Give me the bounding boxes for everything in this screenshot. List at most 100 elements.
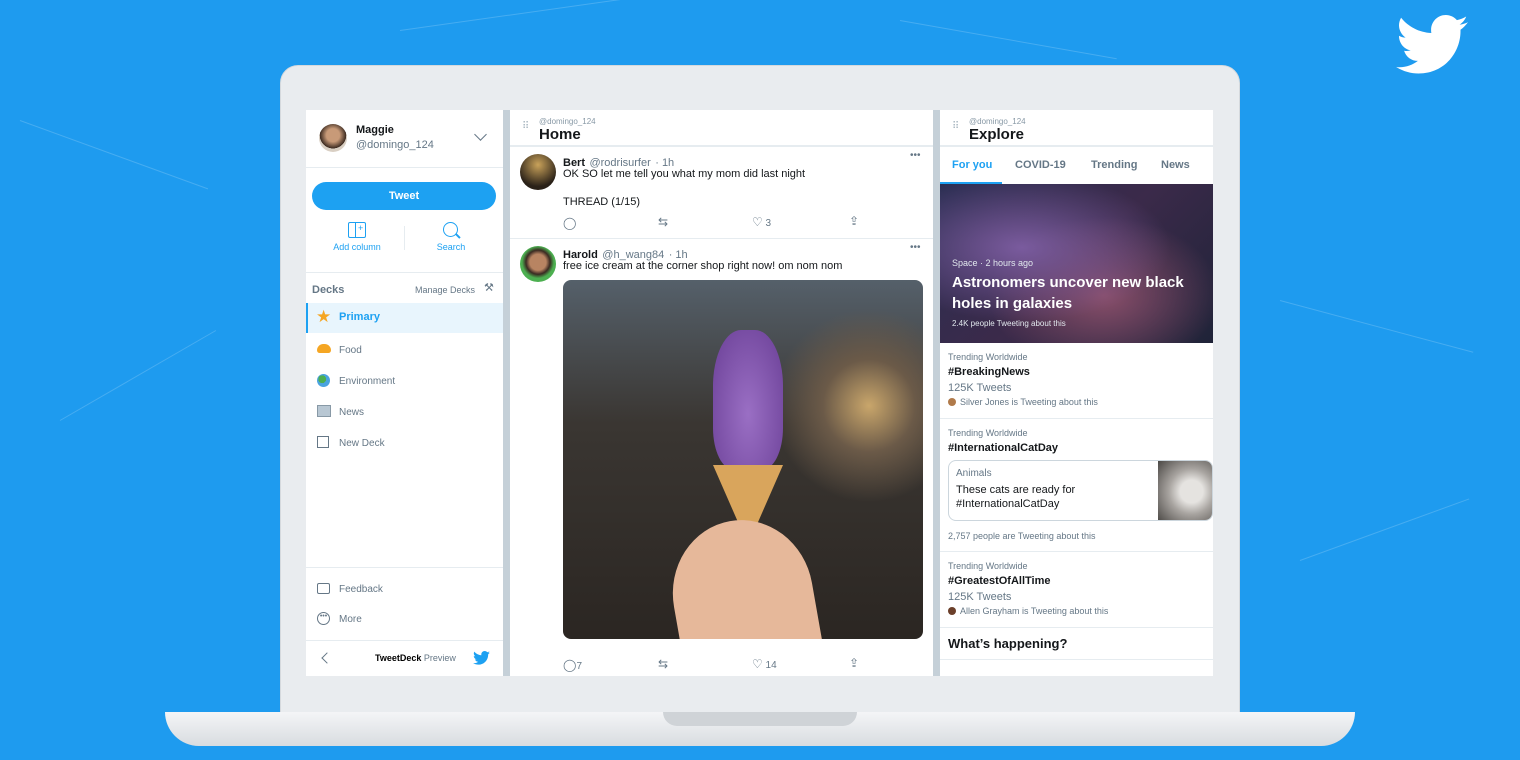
tab-covid-19[interactable]: COVID-19 xyxy=(1015,159,1066,171)
deck-environment[interactable]: Environment xyxy=(306,366,503,396)
divider xyxy=(306,567,503,568)
column-title: Explore xyxy=(969,126,1025,143)
ice-cream-swirl xyxy=(713,330,783,470)
share-icon[interactable]: ⇪ xyxy=(849,656,859,670)
trend-social: Silver Jones is Tweeting about this xyxy=(960,397,1098,407)
trend-item[interactable]: Trending Worldwide #GreatestOfAllTime 12… xyxy=(940,552,1213,628)
tweet-text: free ice cream at the corner shop right … xyxy=(563,260,843,272)
more-options-icon[interactable]: ••• xyxy=(910,242,921,253)
trend-count: 125K Tweets xyxy=(948,382,1012,394)
explore-column: ⠿ @domingo_124 Explore For you COVID-19 … xyxy=(940,110,1213,676)
feedback-icon xyxy=(317,583,330,594)
deck-food[interactable]: Food xyxy=(306,335,503,365)
search-label: Search xyxy=(436,242,466,252)
add-column-icon: + xyxy=(348,222,366,238)
column-title: Home xyxy=(539,126,581,143)
tab-trending[interactable]: Trending xyxy=(1091,159,1137,171)
column-separator xyxy=(503,110,510,676)
newspaper-icon xyxy=(317,405,331,417)
avatar xyxy=(948,398,956,406)
tweet-button[interactable]: Tweet xyxy=(312,182,496,210)
reply-count: 7 xyxy=(576,661,582,672)
hero-meta: Space · 2 hours ago xyxy=(952,258,1034,268)
reply-button[interactable]: ◯7 xyxy=(563,658,582,672)
reply-icon[interactable]: ◯ xyxy=(563,216,576,230)
wrench-icon[interactable]: ⚒ xyxy=(484,281,494,294)
brand-suffix: Preview xyxy=(423,653,456,663)
more-button[interactable]: ••• More xyxy=(317,612,487,628)
user-handle: @domingo_124 xyxy=(356,139,434,151)
column-header: ⠿ @domingo_124 Explore xyxy=(940,110,1213,147)
tweetdeck-app: Maggie @domingo_124 Tweet + Add column S… xyxy=(306,110,1213,676)
drag-handle-icon[interactable]: ⠿ xyxy=(522,122,529,132)
share-icon[interactable]: ⇪ xyxy=(849,214,859,228)
column-header: ⠿ @domingo_124 Home xyxy=(510,110,933,147)
deck-label: Primary xyxy=(339,311,380,323)
trend-social: 2,757 people are Tweeting about this xyxy=(948,531,1096,541)
user-avatar[interactable] xyxy=(319,124,347,152)
more-label: More xyxy=(339,614,362,625)
section-heading: What’s happening? xyxy=(940,628,1213,660)
add-column-label: Add column xyxy=(333,242,381,252)
deck-new[interactable]: New Deck xyxy=(306,428,503,458)
user-name: Maggie xyxy=(356,124,394,136)
deck-label: Environment xyxy=(339,376,396,387)
deck-primary[interactable]: ★ Primary xyxy=(306,303,503,333)
trend-tag: #InternationalCatDay xyxy=(948,442,1059,454)
deck-label: Food xyxy=(339,345,362,356)
trend-card[interactable]: Animals These cats are ready for #Intern… xyxy=(948,460,1213,521)
tab-news[interactable]: News xyxy=(1161,159,1190,171)
feedback-button[interactable]: Feedback xyxy=(317,582,487,598)
deck-label: New Deck xyxy=(339,438,385,449)
avatar[interactable] xyxy=(520,246,556,282)
retweet-icon[interactable]: ⇆ xyxy=(658,657,668,671)
divider xyxy=(306,272,503,273)
like-count: 14 xyxy=(765,660,777,671)
laptop-notch xyxy=(663,712,857,726)
column-account: @domingo_124 xyxy=(539,117,596,126)
drag-handle-icon[interactable]: ⠿ xyxy=(952,122,959,132)
heart-icon: ♡ xyxy=(752,657,763,671)
avatar xyxy=(948,607,956,615)
tweet-text-line2: THREAD (1/15) xyxy=(563,196,641,208)
column-account: @domingo_124 xyxy=(969,117,1026,126)
trend-item[interactable]: Trending Worldwide #BreakingNews 125K Tw… xyxy=(940,343,1213,419)
like-button[interactable]: ♡ 14 xyxy=(752,657,777,671)
divider xyxy=(306,640,503,641)
trend-context: Trending Worldwide xyxy=(948,561,1028,571)
trend-context: Trending Worldwide xyxy=(948,428,1028,438)
trend-item[interactable]: Trending Worldwide #InternationalCatDay … xyxy=(940,419,1213,552)
new-deck-icon xyxy=(317,436,329,448)
deck-news[interactable]: News xyxy=(306,397,503,427)
hero-count: 2.4K people Tweeting about this xyxy=(952,319,1066,328)
search-button[interactable]: Search xyxy=(421,220,481,256)
divider xyxy=(306,167,503,168)
account-chevron-down-icon[interactable] xyxy=(474,128,487,141)
trend-tag: #GreatestOfAllTime xyxy=(948,575,1051,587)
avatar[interactable] xyxy=(520,154,556,190)
like-button[interactable]: ♡ 3 xyxy=(752,215,771,229)
add-column-button[interactable]: + Add column xyxy=(322,220,392,256)
reply-icon: ◯ xyxy=(563,658,577,672)
tweet[interactable]: Bert @rodrisurfer · 1h ••• OK SO let me … xyxy=(510,147,933,239)
more-icon: ••• xyxy=(317,612,330,625)
tweet-image-ice-cream[interactable] xyxy=(563,280,923,639)
divider xyxy=(404,226,405,250)
more-options-icon[interactable]: ••• xyxy=(910,150,921,161)
manage-decks-link[interactable]: Manage Decks xyxy=(415,285,475,295)
tweet-text: OK SO let me tell you what my mom did la… xyxy=(563,168,806,180)
retweet-icon[interactable]: ⇆ xyxy=(658,215,668,229)
hero-story[interactable]: Space · 2 hours ago Astronomers uncover … xyxy=(940,184,1213,343)
trend-social: Allen Grayham is Tweeting about this xyxy=(960,606,1109,616)
card-category: Animals xyxy=(956,468,992,479)
globe-icon xyxy=(317,374,330,387)
search-icon xyxy=(442,222,461,239)
collapse-chevron-left-icon[interactable] xyxy=(321,652,333,664)
tab-for-you[interactable]: For you xyxy=(952,159,992,171)
home-column: ⠿ @domingo_124 Home Bert @rodrisurfer · … xyxy=(510,110,933,676)
deck-label: News xyxy=(339,407,365,418)
explore-tabs: For you COVID-19 Trending News xyxy=(940,147,1213,184)
hero-headline: Astronomers uncover new black holes in g… xyxy=(952,274,1184,312)
tweet[interactable]: Harold @h_wang84 · 1h ••• free ice cream… xyxy=(510,239,933,676)
trend-tag: #BreakingNews xyxy=(948,366,1030,378)
